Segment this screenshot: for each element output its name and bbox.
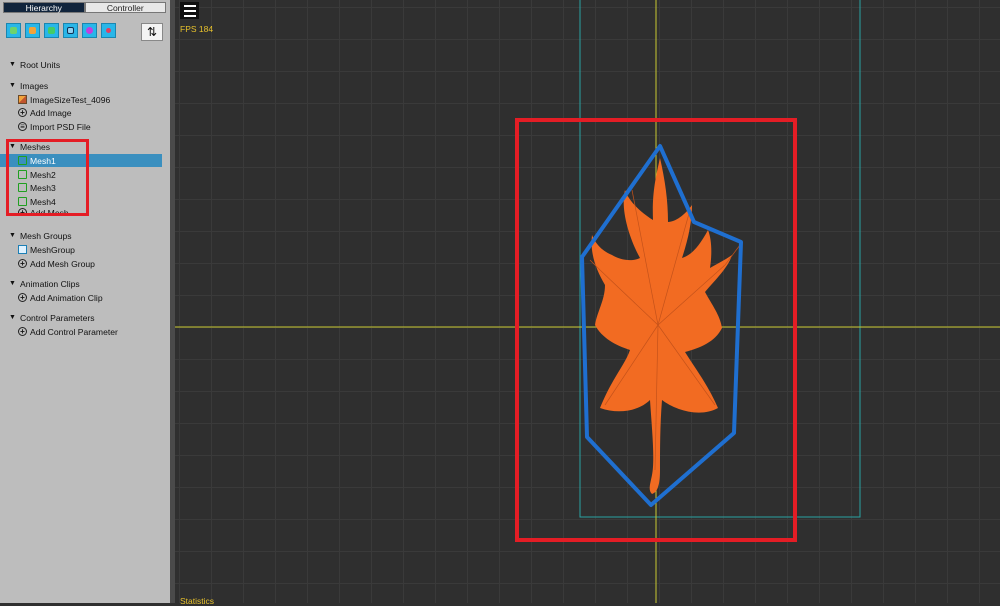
add-animation-clip-item[interactable]: + Add Animation Clip — [0, 291, 162, 304]
tab-controller[interactable]: Controller — [84, 2, 166, 13]
tree-header-mesh-groups[interactable]: ▼ Mesh Groups — [0, 229, 162, 242]
add-mesh-group-item[interactable]: + Add Mesh Group — [0, 257, 162, 270]
add-image-item[interactable]: + Add Image — [0, 106, 162, 119]
expand-arrow-icon: ▼ — [9, 314, 16, 321]
tree-item-label: Add Image — [30, 107, 72, 118]
hierarchy-panel: Hierarchy Controller ⇅ ▼ Root Units ▼ Im… — [0, 0, 171, 603]
tree-header-label: Animation Clips — [20, 278, 80, 289]
tree-item-label: Import PSD File — [30, 121, 91, 132]
canvas-frame — [579, 0, 861, 518]
meshes-highlight-box — [6, 139, 89, 216]
tree-item-label: Add Mesh Group — [30, 258, 95, 269]
tree-header-root-units[interactable]: ▼ Root Units — [0, 58, 162, 71]
add-icon: + — [18, 108, 27, 117]
tree-header-label: Mesh Groups — [20, 230, 72, 241]
mesh-group-icon — [18, 245, 27, 254]
import-icon: ≡ — [18, 122, 27, 131]
leaf-shape[interactable] — [591, 158, 732, 494]
import-psd-item[interactable]: ≡ Import PSD File — [0, 120, 162, 133]
add-icon: + — [18, 327, 27, 336]
viewport-canvas[interactable] — [175, 0, 1000, 603]
tree-item-meshgroup[interactable]: MeshGroup — [0, 243, 162, 256]
statistics-label[interactable]: Statistics — [180, 596, 214, 606]
hierarchy-toolbar — [6, 23, 116, 40]
parameter-tool-icon[interactable] — [101, 23, 116, 38]
image-tool-icon[interactable] — [25, 23, 40, 38]
tree-item-label: Add Animation Clip — [30, 292, 103, 303]
fps-counter: FPS 184 — [180, 24, 214, 34]
tree-item-label: Add Control Parameter — [30, 326, 118, 337]
editor-viewport[interactable] — [175, 0, 1000, 603]
add-icon: + — [18, 293, 27, 302]
tree-header-label: Control Parameters — [20, 312, 95, 323]
tree-header-label: Images — [20, 80, 49, 91]
tab-hierarchy[interactable]: Hierarchy — [3, 2, 85, 13]
tree-header-images[interactable]: ▼ Images — [0, 79, 162, 92]
add-control-parameter-item[interactable]: + Add Control Parameter — [0, 325, 162, 338]
tree-item-image[interactable]: ImageSizeTest_4096 — [0, 93, 162, 106]
expand-arrow-icon: ▼ — [9, 232, 16, 239]
mesh-tool-icon[interactable] — [44, 23, 59, 38]
expand-arrow-icon: ▼ — [9, 280, 16, 287]
tree-header-animation-clips[interactable]: ▼ Animation Clips — [0, 277, 162, 290]
tree-header-label: Root Units — [20, 59, 61, 70]
panel-tabs: Hierarchy Controller — [3, 2, 166, 13]
unit-tool-icon[interactable] — [6, 23, 21, 38]
animation-tool-icon[interactable] — [82, 23, 97, 38]
sort-button[interactable]: ⇅ — [141, 23, 163, 41]
tree-header-control-parameters[interactable]: ▼ Control Parameters — [0, 311, 162, 324]
menu-icon[interactable] — [180, 2, 199, 19]
image-icon — [18, 95, 27, 104]
add-icon: + — [18, 259, 27, 268]
expand-arrow-icon: ▼ — [9, 82, 16, 89]
mesh-group-tool-icon[interactable] — [63, 23, 78, 38]
expand-arrow-icon: ▼ — [9, 61, 16, 68]
tree-item-label: MeshGroup — [30, 244, 75, 255]
tree-item-label: ImageSizeTest_4096 — [30, 94, 111, 105]
